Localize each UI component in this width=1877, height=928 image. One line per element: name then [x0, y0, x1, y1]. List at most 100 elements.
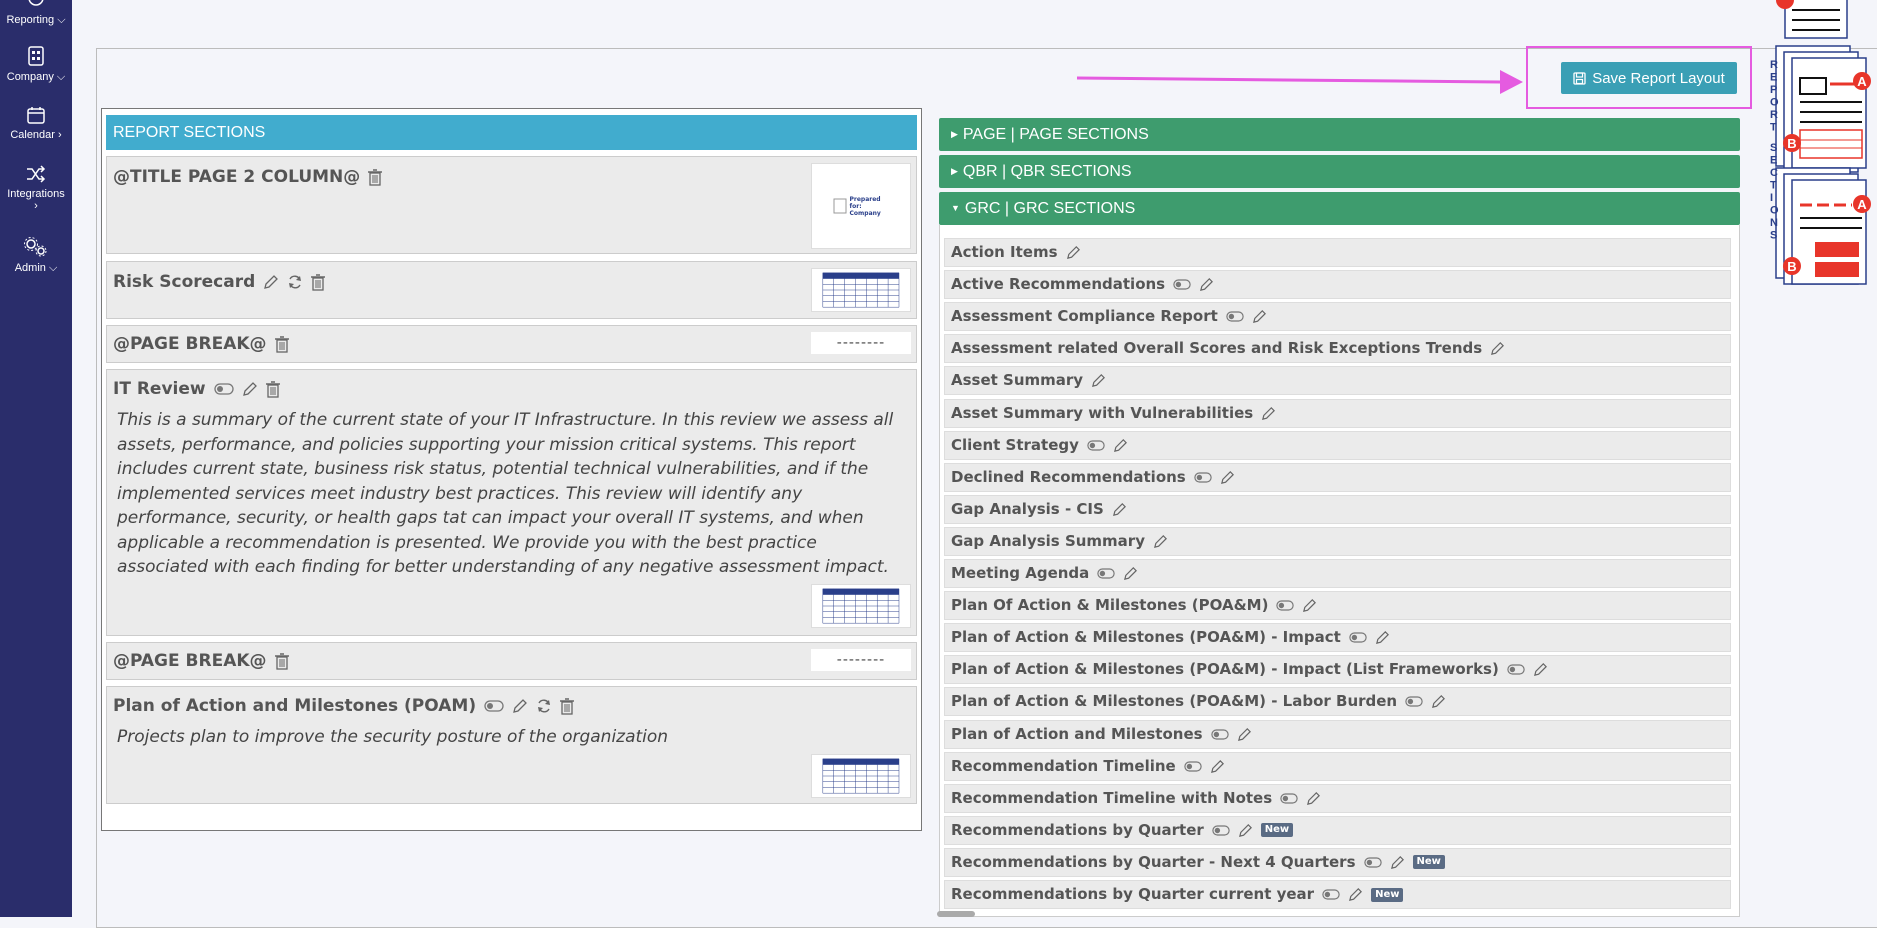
pencil-icon[interactable] — [1113, 438, 1128, 453]
grc-list-item[interactable]: Asset Summary — [944, 366, 1731, 396]
pencil-icon[interactable] — [1306, 791, 1321, 806]
grc-list-item[interactable]: Recommendation Timeline with Notes — [944, 783, 1731, 813]
report-section-card[interactable]: @PAGE BREAK@ -------- — [106, 325, 917, 363]
grc-list-item[interactable]: Plan of Action & Milestones (POA&M) - La… — [944, 687, 1731, 717]
pencil-icon[interactable] — [512, 698, 528, 714]
report-section-card[interactable]: Plan of Action and Milestones (POAM) Pro… — [106, 686, 917, 804]
sidebar-item-reporting[interactable]: Reporting ⌵ — [0, 0, 72, 27]
toggle-icon[interactable] — [1173, 279, 1191, 290]
pencil-icon[interactable] — [1533, 662, 1548, 677]
report-section-card[interactable]: IT Review This is a summary of the curre… — [106, 369, 917, 636]
pencil-icon[interactable] — [263, 274, 279, 290]
pencil-icon[interactable] — [1490, 341, 1505, 356]
toggle-icon[interactable] — [1226, 311, 1244, 322]
trash-icon[interactable] — [368, 168, 383, 186]
trash-icon[interactable] — [560, 697, 575, 715]
grc-list-item[interactable]: Client Strategy — [944, 430, 1731, 460]
pencil-icon[interactable] — [1302, 598, 1317, 613]
horizontal-scrollbar[interactable] — [937, 911, 975, 917]
pencil-icon[interactable] — [1220, 470, 1235, 485]
pencil-icon[interactable] — [242, 381, 258, 397]
grc-list-item[interactable]: Gap Analysis Summary — [944, 526, 1731, 556]
accordion-qbr-sections[interactable]: ▶ QBR | QBR SECTIONS — [939, 155, 1740, 188]
grc-item-label: Plan of Action & Milestones (POA&M) - Im… — [951, 660, 1499, 679]
grc-list-item[interactable]: Active Recommendations — [944, 270, 1731, 300]
grc-list-item[interactable]: Assessment related Overall Scores and Ri… — [944, 334, 1731, 364]
sidebar-item-calendar[interactable]: Calendar › — [0, 105, 72, 141]
sidebar-item-label: Company — [6, 71, 54, 83]
sidebar-item-admin[interactable]: Admin ⌵ — [0, 236, 72, 275]
pencil-icon[interactable] — [1431, 694, 1446, 709]
chevron-down-icon: ⌵ — [56, 71, 66, 83]
grc-list-item[interactable]: Plan of Action and Milestones — [944, 719, 1731, 749]
pencil-icon[interactable] — [1153, 534, 1168, 549]
pencil-icon[interactable] — [1091, 373, 1106, 388]
toggle-icon[interactable] — [1276, 600, 1295, 611]
pencil-icon[interactable] — [1348, 887, 1363, 902]
toggle-icon[interactable] — [1097, 568, 1115, 579]
toggle-icon[interactable] — [1087, 440, 1105, 451]
grc-list-item[interactable]: Assessment Compliance Report — [944, 302, 1731, 332]
accordion-grc-sections[interactable]: ▼ GRC | GRC SECTIONS — [939, 192, 1740, 225]
toggle-icon[interactable] — [1212, 825, 1230, 836]
grc-list-item[interactable]: Plan of Action & Milestones (POA&M) - Im… — [944, 655, 1731, 685]
grc-list-item[interactable]: Plan of Action & Milestones (POA&M) - Im… — [944, 623, 1731, 653]
save-icon — [1573, 71, 1586, 85]
grc-list-item[interactable]: Asset Summary with Vulnerabilities — [944, 398, 1731, 428]
pencil-icon[interactable] — [1238, 823, 1253, 838]
pencil-icon[interactable] — [1199, 277, 1214, 292]
toggle-icon[interactable] — [1184, 761, 1202, 772]
trash-icon[interactable] — [265, 380, 280, 398]
toggle-icon[interactable] — [1349, 632, 1367, 643]
grc-list-item[interactable]: Recommendation Timeline — [944, 751, 1731, 781]
table-thumbnail — [811, 584, 911, 628]
toggle-icon[interactable] — [1194, 472, 1212, 483]
sidebar-item-integrations[interactable]: Integrations › — [0, 164, 72, 212]
grc-list-item[interactable]: Gap Analysis - CIS — [944, 494, 1731, 524]
accordion-label: GRC | GRC SECTIONS — [964, 200, 1136, 217]
trash-icon[interactable] — [274, 335, 289, 353]
trash-icon[interactable] — [274, 652, 289, 670]
grc-list-item[interactable]: Meeting Agenda — [944, 559, 1731, 588]
toggle-icon[interactable] — [213, 383, 234, 395]
report-section-card[interactable]: @TITLE PAGE 2 COLUMN@ Prepared for: Comp… — [106, 156, 917, 254]
refresh-icon[interactable] — [536, 698, 552, 714]
pencil-icon[interactable] — [1252, 309, 1267, 324]
report-section-card[interactable]: @PAGE BREAK@ -------- — [106, 642, 917, 680]
pencil-icon[interactable] — [1390, 855, 1405, 870]
grc-list-item[interactable]: Declined Recommendations — [944, 462, 1731, 492]
pencil-icon[interactable] — [1375, 630, 1390, 645]
toggle-icon[interactable] — [1210, 728, 1229, 740]
grc-list-item[interactable]: Recommendations by Quarter New — [944, 815, 1731, 845]
caret-right-icon: ▶ — [951, 166, 958, 176]
grc-list-item[interactable]: Recommendations by Quarter - Next 4 Quar… — [944, 847, 1731, 877]
report-section-card[interactable]: Risk Scorecard — [106, 261, 917, 319]
pencil-icon[interactable] — [1066, 245, 1081, 260]
section-title-row: Plan of Action and Milestones (POAM) — [113, 696, 575, 716]
reporting-icon — [28, 0, 44, 6]
sidebar-item-company[interactable]: Company ⌵ — [0, 45, 72, 84]
toggle-icon[interactable] — [1405, 696, 1423, 707]
section-description: Projects plan to improve the security po… — [117, 727, 669, 747]
sidebar: Reporting ⌵ Company ⌵ Calendar › Integra… — [0, 0, 72, 917]
pencil-icon[interactable] — [1210, 759, 1225, 774]
toggle-icon[interactable] — [484, 700, 504, 712]
trash-icon[interactable] — [311, 273, 326, 291]
grc-item-label: Gap Analysis - CIS — [951, 499, 1104, 518]
save-report-layout-button[interactable]: Save Report Layout — [1561, 62, 1737, 94]
pencil-icon[interactable] — [1261, 406, 1276, 421]
report-sections-header: REPORT SECTIONS — [106, 115, 917, 150]
refresh-icon[interactable] — [287, 274, 303, 290]
grc-list-item[interactable]: Recommendations by Quarter current year N… — [944, 880, 1731, 909]
pencil-icon[interactable] — [1112, 502, 1127, 517]
toggle-icon[interactable] — [1322, 889, 1340, 900]
accordion-page-sections[interactable]: ▶ PAGE | PAGE SECTIONS — [939, 118, 1740, 151]
pencil-icon[interactable] — [1237, 727, 1252, 742]
toggle-icon[interactable] — [1507, 664, 1525, 675]
grc-list-item[interactable]: Plan Of Action & Milestones (POA&M) — [944, 591, 1731, 621]
grc-list-item[interactable]: Action Items — [944, 238, 1731, 267]
toggle-icon[interactable] — [1280, 793, 1298, 804]
pencil-icon[interactable] — [1123, 566, 1138, 581]
toggle-icon[interactable] — [1363, 857, 1382, 868]
sidebar-item-label: Admin — [14, 262, 46, 274]
